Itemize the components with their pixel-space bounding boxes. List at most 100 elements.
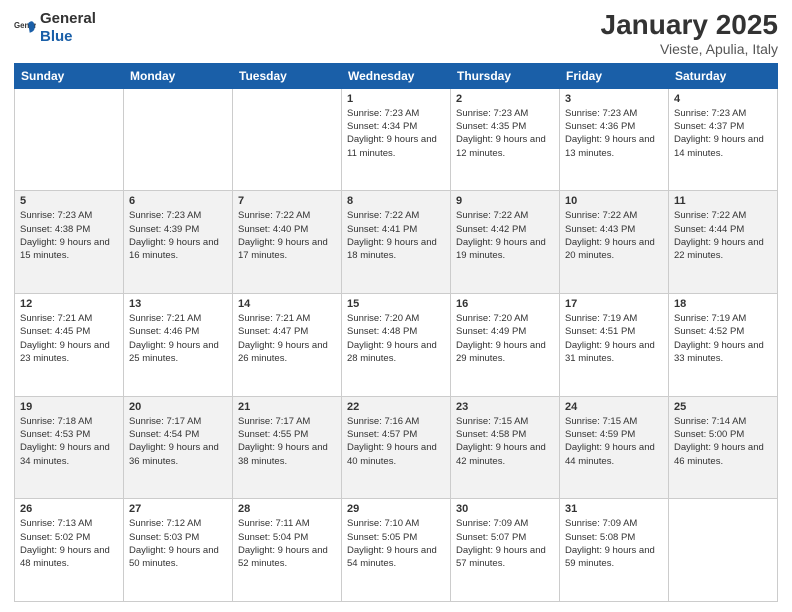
sunrise-time: Sunrise: 7:23 AM <box>565 108 637 119</box>
sunrise-time: Sunrise: 7:13 AM <box>20 518 92 529</box>
sunset-time: Sunset: 4:39 PM <box>129 224 199 235</box>
day-number: 26 <box>20 503 118 515</box>
daylight-hours: Daylight: 9 hours and 23 minutes. <box>20 340 110 364</box>
sunset-time: Sunset: 4:59 PM <box>565 429 635 440</box>
cell-0-1 <box>124 88 233 191</box>
sunset-time: Sunset: 4:44 PM <box>674 224 744 235</box>
day-info: Sunrise: 7:09 AM Sunset: 5:08 PM Dayligh… <box>565 517 663 570</box>
daylight-hours: Daylight: 9 hours and 11 minutes. <box>347 134 437 158</box>
daylight-hours: Daylight: 9 hours and 50 minutes. <box>129 545 219 569</box>
day-info: Sunrise: 7:23 AM Sunset: 4:36 PM Dayligh… <box>565 107 663 160</box>
sunrise-time: Sunrise: 7:17 AM <box>129 416 201 427</box>
day-info: Sunrise: 7:13 AM Sunset: 5:02 PM Dayligh… <box>20 517 118 570</box>
daylight-hours: Daylight: 9 hours and 42 minutes. <box>456 442 546 466</box>
sunrise-time: Sunrise: 7:23 AM <box>20 210 92 221</box>
cell-2-1: 13 Sunrise: 7:21 AM Sunset: 4:46 PM Dayl… <box>124 294 233 397</box>
sunrise-time: Sunrise: 7:15 AM <box>456 416 528 427</box>
daylight-hours: Daylight: 9 hours and 38 minutes. <box>238 442 328 466</box>
title-block: January 2025 Vieste, Apulia, Italy <box>601 10 778 57</box>
sunrise-time: Sunrise: 7:10 AM <box>347 518 419 529</box>
sunset-time: Sunset: 4:49 PM <box>456 326 526 337</box>
sunrise-time: Sunrise: 7:15 AM <box>565 416 637 427</box>
daylight-hours: Daylight: 9 hours and 14 minutes. <box>674 134 764 158</box>
cell-3-4: 23 Sunrise: 7:15 AM Sunset: 4:58 PM Dayl… <box>451 396 560 499</box>
day-number: 23 <box>456 401 554 413</box>
header-friday: Friday <box>560 63 669 88</box>
cell-3-6: 25 Sunrise: 7:14 AM Sunset: 5:00 PM Dayl… <box>669 396 778 499</box>
logo-icon: General <box>14 17 36 39</box>
day-number: 21 <box>238 401 336 413</box>
daylight-hours: Daylight: 9 hours and 25 minutes. <box>129 340 219 364</box>
sunset-time: Sunset: 4:47 PM <box>238 326 308 337</box>
cell-0-2 <box>233 88 342 191</box>
day-number: 13 <box>129 298 227 310</box>
sunset-time: Sunset: 4:36 PM <box>565 121 635 132</box>
cell-1-1: 6 Sunrise: 7:23 AM Sunset: 4:39 PM Dayli… <box>124 191 233 294</box>
cell-2-6: 18 Sunrise: 7:19 AM Sunset: 4:52 PM Dayl… <box>669 294 778 397</box>
sunset-time: Sunset: 5:07 PM <box>456 532 526 543</box>
day-number: 15 <box>347 298 445 310</box>
daylight-hours: Daylight: 9 hours and 40 minutes. <box>347 442 437 466</box>
day-number: 3 <box>565 93 663 105</box>
day-number: 12 <box>20 298 118 310</box>
day-number: 11 <box>674 195 772 207</box>
sunrise-time: Sunrise: 7:20 AM <box>347 313 419 324</box>
daylight-hours: Daylight: 9 hours and 33 minutes. <box>674 340 764 364</box>
day-number: 25 <box>674 401 772 413</box>
day-info: Sunrise: 7:15 AM Sunset: 4:59 PM Dayligh… <box>565 415 663 468</box>
cell-4-4: 30 Sunrise: 7:09 AM Sunset: 5:07 PM Dayl… <box>451 499 560 602</box>
sunset-time: Sunset: 4:48 PM <box>347 326 417 337</box>
day-info: Sunrise: 7:22 AM Sunset: 4:42 PM Dayligh… <box>456 209 554 262</box>
logo: General General Blue <box>14 10 96 46</box>
day-number: 28 <box>238 503 336 515</box>
cell-4-5: 31 Sunrise: 7:09 AM Sunset: 5:08 PM Dayl… <box>560 499 669 602</box>
cell-0-0 <box>15 88 124 191</box>
daylight-hours: Daylight: 9 hours and 57 minutes. <box>456 545 546 569</box>
daylight-hours: Daylight: 9 hours and 18 minutes. <box>347 237 437 261</box>
daylight-hours: Daylight: 9 hours and 34 minutes. <box>20 442 110 466</box>
daylight-hours: Daylight: 9 hours and 19 minutes. <box>456 237 546 261</box>
day-info: Sunrise: 7:17 AM Sunset: 4:54 PM Dayligh… <box>129 415 227 468</box>
day-info: Sunrise: 7:23 AM Sunset: 4:34 PM Dayligh… <box>347 107 445 160</box>
cell-0-4: 2 Sunrise: 7:23 AM Sunset: 4:35 PM Dayli… <box>451 88 560 191</box>
header-tuesday: Tuesday <box>233 63 342 88</box>
sunset-time: Sunset: 4:51 PM <box>565 326 635 337</box>
sunset-time: Sunset: 5:04 PM <box>238 532 308 543</box>
sunrise-time: Sunrise: 7:23 AM <box>674 108 746 119</box>
cell-4-6 <box>669 499 778 602</box>
day-number: 9 <box>456 195 554 207</box>
cell-1-4: 9 Sunrise: 7:22 AM Sunset: 4:42 PM Dayli… <box>451 191 560 294</box>
sunrise-time: Sunrise: 7:20 AM <box>456 313 528 324</box>
day-number: 29 <box>347 503 445 515</box>
day-info: Sunrise: 7:22 AM Sunset: 4:41 PM Dayligh… <box>347 209 445 262</box>
day-info: Sunrise: 7:19 AM Sunset: 4:51 PM Dayligh… <box>565 312 663 365</box>
day-number: 10 <box>565 195 663 207</box>
sunrise-time: Sunrise: 7:11 AM <box>238 518 310 529</box>
day-info: Sunrise: 7:15 AM Sunset: 4:58 PM Dayligh… <box>456 415 554 468</box>
daylight-hours: Daylight: 9 hours and 17 minutes. <box>238 237 328 261</box>
calendar-title: January 2025 <box>601 10 778 41</box>
sunset-time: Sunset: 4:43 PM <box>565 224 635 235</box>
sunset-time: Sunset: 4:52 PM <box>674 326 744 337</box>
daylight-hours: Daylight: 9 hours and 44 minutes. <box>565 442 655 466</box>
day-number: 6 <box>129 195 227 207</box>
day-number: 22 <box>347 401 445 413</box>
sunset-time: Sunset: 4:55 PM <box>238 429 308 440</box>
cell-1-2: 7 Sunrise: 7:22 AM Sunset: 4:40 PM Dayli… <box>233 191 342 294</box>
day-number: 27 <box>129 503 227 515</box>
sunrise-time: Sunrise: 7:09 AM <box>456 518 528 529</box>
daylight-hours: Daylight: 9 hours and 59 minutes. <box>565 545 655 569</box>
week-row-4: 26 Sunrise: 7:13 AM Sunset: 5:02 PM Dayl… <box>15 499 778 602</box>
sunset-time: Sunset: 4:45 PM <box>20 326 90 337</box>
cell-1-0: 5 Sunrise: 7:23 AM Sunset: 4:38 PM Dayli… <box>15 191 124 294</box>
day-info: Sunrise: 7:22 AM Sunset: 4:44 PM Dayligh… <box>674 209 772 262</box>
header-wednesday: Wednesday <box>342 63 451 88</box>
day-info: Sunrise: 7:20 AM Sunset: 4:49 PM Dayligh… <box>456 312 554 365</box>
cell-4-3: 29 Sunrise: 7:10 AM Sunset: 5:05 PM Dayl… <box>342 499 451 602</box>
sunset-time: Sunset: 5:08 PM <box>565 532 635 543</box>
week-row-0: 1 Sunrise: 7:23 AM Sunset: 4:34 PM Dayli… <box>15 88 778 191</box>
cell-1-3: 8 Sunrise: 7:22 AM Sunset: 4:41 PM Dayli… <box>342 191 451 294</box>
day-number: 8 <box>347 195 445 207</box>
sunrise-time: Sunrise: 7:19 AM <box>674 313 746 324</box>
sunset-time: Sunset: 5:00 PM <box>674 429 744 440</box>
